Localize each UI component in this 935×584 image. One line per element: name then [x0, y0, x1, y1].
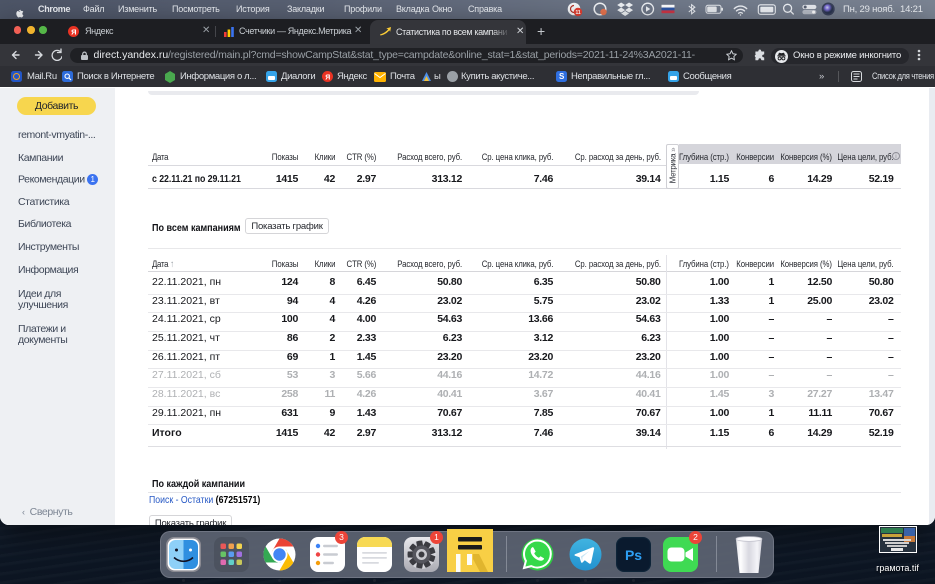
svg-text:11: 11	[576, 10, 581, 16]
svg-text:Я: Я	[325, 74, 330, 81]
svg-text:Я: Я	[71, 27, 76, 36]
svg-text:Ps: Ps	[624, 547, 641, 563]
